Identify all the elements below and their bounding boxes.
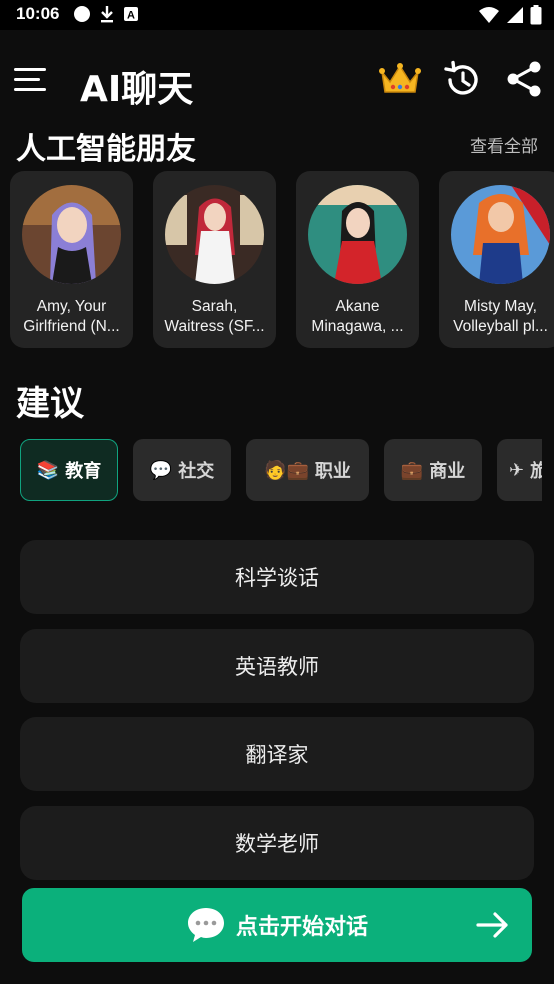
app-bar: AI聊天 — [0, 30, 554, 120]
prompt-label: 数学老师 — [235, 832, 319, 856]
friend-name: Misty May, Volleyball pl... — [443, 297, 554, 337]
airplane-icon: ✈ — [509, 459, 525, 481]
start-chat-label: 点击开始对话 — [235, 915, 368, 940]
friend-name-line1: Misty May, — [464, 298, 537, 315]
friend-card[interactable]: Amy, Your Girlfriend (N... — [10, 171, 133, 348]
status-bar: 10:06 A — [0, 0, 554, 30]
friend-name-line1: Sarah, — [191, 298, 238, 315]
suggestions-section-title: 建议 — [16, 384, 84, 424]
prompt-label: 科学谈话 — [235, 566, 319, 590]
chip-label: 旅 — [530, 461, 542, 482]
chip-label: 社交 — [178, 461, 215, 482]
briefcase-icon: 💼 — [400, 459, 424, 481]
wifi-icon — [479, 7, 499, 23]
status-left-icons: A — [73, 5, 139, 23]
avatar — [308, 185, 407, 284]
avatar — [22, 185, 121, 284]
crown-icon[interactable] — [378, 62, 422, 96]
friend-name-line2: Minagawa, ... — [311, 318, 404, 335]
friend-name-line2: Waitress (SF... — [164, 318, 265, 335]
chip-label: 教育 — [65, 461, 102, 482]
friends-carousel[interactable]: Amy, Your Girlfriend (N... Sarah, Waitre… — [10, 171, 554, 351]
chip-travel[interactable]: ✈ 旅 — [497, 439, 542, 501]
prompt-item[interactable]: 翻译家 — [20, 717, 534, 791]
signal-icon — [507, 7, 523, 23]
start-chat-button[interactable]: 点击开始对话 — [22, 888, 532, 962]
friend-name: Amy, Your Girlfriend (N... — [14, 297, 129, 337]
friend-name-line2: Girlfriend (N... — [23, 318, 120, 335]
chip-label: 商业 — [429, 461, 466, 482]
share-icon[interactable] — [505, 60, 543, 98]
friend-card[interactable]: Akane Minagawa, ... — [296, 171, 419, 348]
avatar — [165, 185, 264, 284]
a-box-icon: A — [124, 7, 138, 22]
friend-name-line2: Volleyball pl... — [453, 318, 548, 335]
view-all-link[interactable]: 查看全部 — [470, 132, 538, 157]
prompt-label: 英语教师 — [235, 655, 319, 679]
prompt-item[interactable]: 数学老师 — [20, 806, 534, 880]
friend-name: Akane Minagawa, ... — [300, 297, 415, 337]
history-icon[interactable] — [442, 60, 482, 100]
chip-business[interactable]: 💼 商业 — [384, 439, 482, 501]
books-icon: 📚 — [36, 459, 60, 481]
prompt-item[interactable]: 科学谈话 — [20, 540, 534, 614]
category-chips[interactable]: 📚 教育 💬 社交 🧑💼 职业 💼 商业 ✈ 旅 — [20, 439, 542, 501]
friend-name: Sarah, Waitress (SF... — [157, 297, 272, 337]
chip-education[interactable]: 📚 教育 — [20, 439, 118, 501]
notification-dot-icon — [74, 6, 90, 22]
status-time: 10:06 — [16, 4, 60, 23]
download-icon — [101, 6, 113, 23]
friends-section-title: 人工智能朋友 — [16, 132, 196, 167]
friend-card[interactable]: Misty May, Volleyball pl... — [439, 171, 554, 348]
app-title: AI聊天 — [80, 69, 194, 110]
prompt-label: 翻译家 — [245, 743, 309, 767]
battery-icon — [530, 5, 542, 25]
chip-career[interactable]: 🧑💼 职业 — [246, 439, 369, 501]
friend-name-line1: Amy, Your — [36, 298, 107, 315]
chat-bubble-icon — [187, 908, 224, 942]
status-right-icons — [478, 5, 542, 25]
prompt-item[interactable]: 英语教师 — [20, 629, 534, 703]
chip-social[interactable]: 💬 社交 — [133, 439, 231, 501]
svg-text:A: A — [127, 10, 135, 22]
friend-card[interactable]: Sarah, Waitress (SF... — [153, 171, 276, 348]
speech-bubble-icon: 💬 — [149, 459, 173, 481]
arrow-right-icon — [476, 912, 508, 938]
menu-icon[interactable] — [12, 64, 48, 94]
office-worker-icon: 🧑💼 — [264, 459, 309, 481]
friend-name-line1: Akane — [335, 298, 380, 315]
avatar — [451, 185, 550, 284]
chip-label: 职业 — [314, 461, 351, 482]
